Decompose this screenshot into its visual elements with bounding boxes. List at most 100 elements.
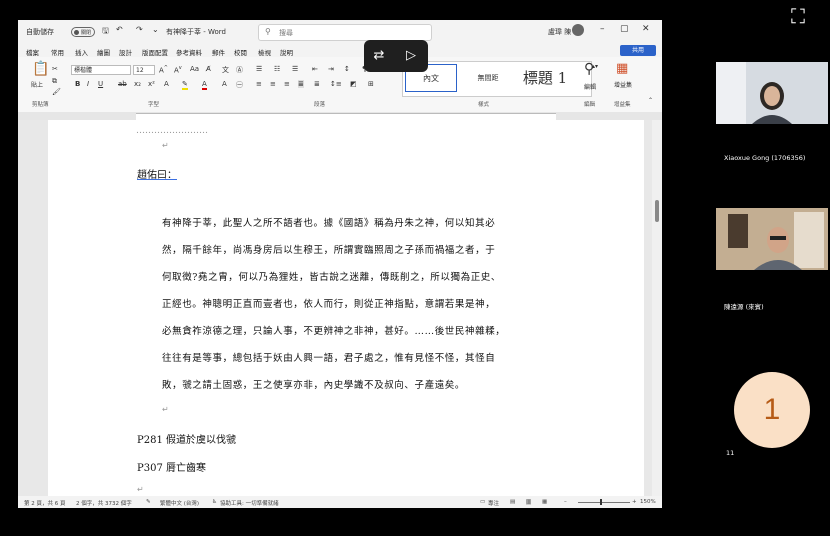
accessibility-status[interactable]: 協助工具: 一切準備就緒 (220, 499, 279, 507)
doc-line-3: 何取徵?堯之胄，何以乃為狸姓，皆古說之迷離，傳既削之，所以獨為正史、 (162, 272, 501, 283)
tab-draw[interactable]: 繪圖 (97, 47, 110, 57)
edit-label[interactable]: 編輯 (584, 82, 596, 91)
multilevel-icon[interactable]: ☰ (292, 65, 298, 73)
italic-icon[interactable]: I (87, 80, 89, 88)
superscript-icon[interactable]: x² (148, 80, 155, 88)
addins-icon[interactable]: ▦ (616, 61, 628, 76)
participant-avatar[interactable]: 1 (734, 372, 810, 448)
participant-video-2[interactable] (716, 208, 828, 270)
tab-layout[interactable]: 版面配置 (142, 47, 168, 57)
vertical-scrollbar[interactable] (652, 120, 662, 496)
document-area[interactable]: …………………… ↵ 趙佑曰： 有神降于莘，此聖人之所不語者也。據《國語》稱為丹… (18, 120, 662, 496)
format-painter-icon[interactable]: 🖌 (52, 88, 61, 96)
doc-line-1: 有神降于莘，此聖人之所不語者也。據《國語》稱為丹朱之神，何以知其必 (162, 218, 496, 229)
autosave-toggle[interactable]: 關閉 (71, 27, 95, 37)
print-layout-icon[interactable]: ▥ (526, 499, 532, 505)
font-size-select[interactable]: 12 (133, 65, 155, 75)
user-name[interactable]: 盧瑋 陳 (548, 27, 571, 37)
swap-screen-icon[interactable]: ⇄ (370, 47, 388, 65)
tab-mailings[interactable]: 郵件 (212, 47, 225, 57)
style-heading-1[interactable]: 標題 1 (515, 64, 575, 92)
video-layout-icon[interactable]: ▷ (402, 47, 420, 65)
page-info[interactable]: 第 2 頁，共 6 頁 (24, 499, 66, 507)
cut-icon[interactable]: ✂ (52, 65, 58, 73)
align-left-icon[interactable]: ≡ (256, 80, 262, 88)
customize-icon[interactable]: ⌄ (152, 25, 159, 34)
doc-line-4: 正經也。神聰明正直而壹者也，依人而行，則從正神指點，意謂若果是神， (162, 299, 496, 310)
paste-label[interactable]: 貼上 (31, 80, 43, 89)
sort-icon[interactable]: ↕ (344, 65, 350, 73)
phonetic-icon[interactable]: 文 (222, 65, 229, 75)
participant-name-2: 陳遠源 (來賓) (724, 303, 764, 311)
focus-icon[interactable]: ▭ (480, 499, 485, 505)
distributed-icon[interactable]: ≣ (314, 80, 320, 88)
read-mode-icon[interactable]: ▤ (510, 499, 515, 505)
underline-icon[interactable]: U (98, 80, 103, 88)
align-center-icon[interactable]: ≡ (270, 80, 276, 88)
grow-font-icon[interactable]: A^ (159, 65, 168, 74)
maximize-icon[interactable]: ▢ (620, 24, 629, 34)
participant-video-1[interactable] (716, 62, 828, 124)
search-box[interactable]: ⚲ 搜尋 (258, 24, 432, 41)
clear-format-icon[interactable]: A̸ (206, 65, 211, 73)
paste-icon[interactable]: 📋 (32, 61, 49, 77)
strikethrough-icon[interactable]: ab (118, 80, 127, 88)
user-avatar[interactable] (572, 24, 584, 36)
justify-icon[interactable]: ≣ (298, 80, 304, 88)
close-icon[interactable]: ✕ (642, 24, 650, 34)
share-button[interactable]: 共用 (620, 45, 656, 56)
shrink-font-icon[interactable]: Av (174, 65, 182, 74)
line-spacing-icon[interactable]: ↕≡ (330, 80, 342, 88)
addins-label[interactable]: 增益集 (614, 80, 632, 89)
bullets-icon[interactable]: ☰ (256, 65, 262, 73)
paragraph-shading-icon[interactable]: ◩ (350, 80, 357, 88)
font-color-icon[interactable]: A (202, 80, 207, 90)
zoom-slider[interactable] (578, 502, 630, 503)
font-name-select[interactable]: 標楷體 (71, 65, 131, 75)
increase-indent-icon[interactable]: ⇥ (328, 65, 334, 73)
language[interactable]: 繁體中文 (台灣) (160, 499, 199, 507)
undo-icon[interactable]: ↶ (116, 25, 123, 34)
minimize-icon[interactable]: – (600, 24, 605, 34)
tab-insert[interactable]: 插入 (75, 47, 88, 57)
ribbon: 📋 貼上 ✂ ⧉ 🖌 標楷體 12 A^ Av Aa A̸ 文 Ⓐ B I U … (18, 57, 662, 113)
char-border-icon[interactable]: Ⓐ (236, 65, 243, 75)
align-right-icon[interactable]: ≡ (284, 80, 290, 88)
tab-design[interactable]: 設計 (119, 47, 132, 57)
horizontal-ruler[interactable] (18, 112, 662, 120)
shading-icon[interactable]: A (222, 80, 227, 88)
tab-view[interactable]: 檢視 (258, 47, 271, 57)
fullscreen-icon[interactable]: ⛶ (784, 2, 812, 30)
subscript-icon[interactable]: x₂ (134, 80, 141, 88)
numbering-icon[interactable]: ☷ (274, 65, 280, 73)
search-placeholder: 搜尋 (279, 29, 293, 37)
zoom-in-icon[interactable]: + (632, 499, 637, 505)
web-layout-icon[interactable]: ▦ (542, 499, 547, 505)
scroll-thumb[interactable] (655, 200, 659, 222)
style-no-spacing[interactable]: 無間距 (463, 64, 513, 92)
redo-icon[interactable]: ↷ (136, 25, 143, 34)
text-effects-icon[interactable]: A (164, 80, 169, 88)
highlight-icon[interactable]: ✎ (182, 80, 188, 90)
enclose-icon[interactable]: ㊀ (236, 80, 243, 90)
save-icon[interactable]: 🖫 (102, 25, 109, 39)
focus-label[interactable]: 專注 (488, 499, 499, 507)
collapse-ribbon-icon[interactable]: ⌃ (648, 97, 653, 104)
accessibility-icon[interactable]: ♿ (212, 499, 217, 505)
tab-references[interactable]: 參考資料 (176, 47, 202, 57)
tab-file[interactable]: 檔案 (26, 47, 39, 57)
borders-icon[interactable]: ⊞ (368, 80, 374, 88)
document-page[interactable]: …………………… ↵ 趙佑曰： 有神降于莘，此聖人之所不語者也。據《國語》稱為丹… (48, 120, 644, 496)
find-icon[interactable]: ⚲ (584, 61, 594, 77)
word-count[interactable]: 2 個字，共 3732 個字 (76, 499, 132, 507)
tab-review[interactable]: 校閱 (234, 47, 247, 57)
copy-icon[interactable]: ⧉ (52, 77, 57, 86)
zoom-slider-thumb[interactable] (600, 499, 602, 505)
decrease-indent-icon[interactable]: ⇤ (312, 65, 318, 73)
change-case-icon[interactable]: Aa (190, 65, 199, 73)
proofing-icon[interactable]: ✎ (146, 499, 151, 505)
zoom-level[interactable]: 150% (640, 499, 656, 505)
bold-icon[interactable]: B (75, 80, 80, 88)
zoom-out-icon[interactable]: – (564, 499, 567, 505)
tab-help[interactable]: 說明 (280, 47, 293, 57)
